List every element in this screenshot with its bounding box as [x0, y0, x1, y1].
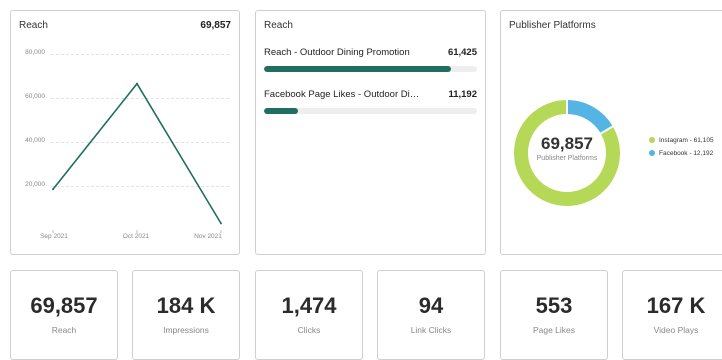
legend-item-facebook[interactable]: Facebook - 12,192 — [649, 150, 713, 157]
stat-label: Impressions — [163, 325, 209, 335]
legend-label: Instagram - 61,105 — [659, 137, 714, 144]
stat-tile-video-plays: 167 K Video Plays — [622, 270, 722, 360]
x-tick-label: Oct 2021 — [122, 233, 150, 240]
reach-series-line — [52, 82, 222, 224]
stat-label: Reach — [51, 325, 77, 335]
bar-track — [264, 66, 477, 72]
stat-value: 167 K — [646, 293, 706, 318]
stat-label: Video Plays — [653, 325, 699, 335]
stat-tile-clicks: 1,474 Clicks — [255, 270, 363, 360]
donut-center-value: 69,857 — [541, 134, 593, 153]
stat-value: 94 — [418, 293, 444, 318]
campaign-value: 61,425 — [447, 47, 477, 58]
stat-value: 553 — [535, 293, 573, 318]
campaign-row[interactable]: Facebook Page Likes - Outdoor Di… 11,192 — [264, 89, 477, 119]
stat-value: 1,474 — [281, 293, 337, 318]
campaign-value: 11,192 — [448, 89, 477, 100]
campaign-row[interactable]: Reach - Outdoor Dining Promotion 61,425 — [264, 47, 477, 77]
legend-dot — [649, 137, 655, 143]
stat-value: 69,857 — [30, 293, 98, 318]
reach-line-chart — [52, 82, 222, 233]
stat-tile-page-likes: 553 Page Likes — [500, 270, 608, 360]
stat-label: Clicks — [297, 325, 321, 335]
stat-tile-reach: 69,857 Reach — [10, 270, 118, 360]
campaign-label: Facebook Page Likes - Outdoor Di… — [264, 89, 420, 100]
bar-track — [264, 108, 477, 114]
publisher-platforms-card: Publisher Platforms 69,857 Publisher Pla… — [500, 10, 722, 255]
stat-tile-impressions: 184 K Impressions — [132, 270, 240, 360]
reach-point[interactable] — [220, 222, 222, 225]
reach-point[interactable] — [52, 188, 54, 191]
campaign-reach-card: Reach Reach - Outdoor Dining Promotion 6… — [255, 10, 486, 255]
card-title: Publisher Platforms — [509, 20, 596, 31]
x-tick-label: Sep 2021 — [40, 233, 68, 240]
x-tick-label: Nov 2021 — [194, 233, 222, 240]
donut-center-label: Publisher Platforms — [536, 155, 598, 162]
stat-label: Page Likes — [532, 325, 576, 335]
bar-fill — [264, 108, 299, 114]
campaign-label: Reach - Outdoor Dining Promotion — [264, 47, 410, 58]
stat-value: 184 K — [156, 293, 216, 318]
legend-dot — [649, 150, 655, 156]
bar-fill — [264, 66, 451, 72]
reach-point[interactable] — [136, 82, 138, 85]
reach-line-card: Reach 69,857 80,000 60,000 40,000 20,000… — [10, 10, 240, 255]
legend-label: Facebook - 12,192 — [659, 150, 714, 157]
card-title: Reach — [264, 20, 293, 31]
stat-label: Link Clicks — [410, 325, 452, 335]
legend-item-instagram[interactable]: Instagram - 61,105 — [649, 137, 714, 144]
donut-center: 69,857 Publisher Platforms — [517, 134, 617, 162]
stat-tile-link-clicks: 94 Link Clicks — [377, 270, 485, 360]
